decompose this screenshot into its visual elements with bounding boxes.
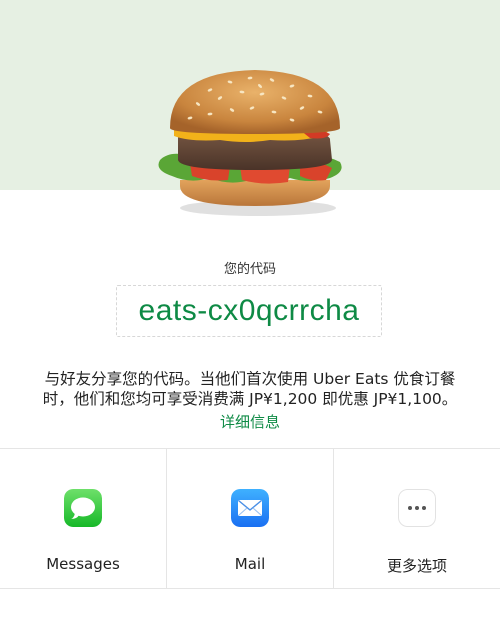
share-label: 更多选项 xyxy=(386,557,447,575)
share-options: Messages Mail 更多选项 xyxy=(0,448,500,589)
messages-icon xyxy=(64,489,102,527)
referral-description: 与好友分享您的代码。当他们首次使用 Uber Eats 优食订餐 时，他们和您均… xyxy=(20,369,480,409)
share-mail-button[interactable]: Mail xyxy=(167,449,334,588)
share-messages-button[interactable]: Messages xyxy=(0,449,167,588)
more-icon xyxy=(398,489,436,527)
share-label: Messages xyxy=(46,555,120,573)
details-link[interactable]: 详细信息 xyxy=(0,411,500,432)
description-line: 时，他们和您均可享受消费满 JP¥1,200 即优惠 JP¥1,100。 xyxy=(42,390,458,408)
share-more-button[interactable]: 更多选项 xyxy=(334,449,500,588)
share-label: Mail xyxy=(234,555,266,573)
code-label: 您的代码 xyxy=(223,262,276,277)
mail-icon xyxy=(231,489,269,527)
burger-image xyxy=(158,70,342,216)
referral-code[interactable]: eats-cx0qcrrcha xyxy=(139,294,360,328)
description-line: 与好友分享您的代码。当他们首次使用 Uber Eats 优食订餐 xyxy=(44,370,456,388)
referral-code-box[interactable]: eats-cx0qcrrcha xyxy=(116,285,382,337)
